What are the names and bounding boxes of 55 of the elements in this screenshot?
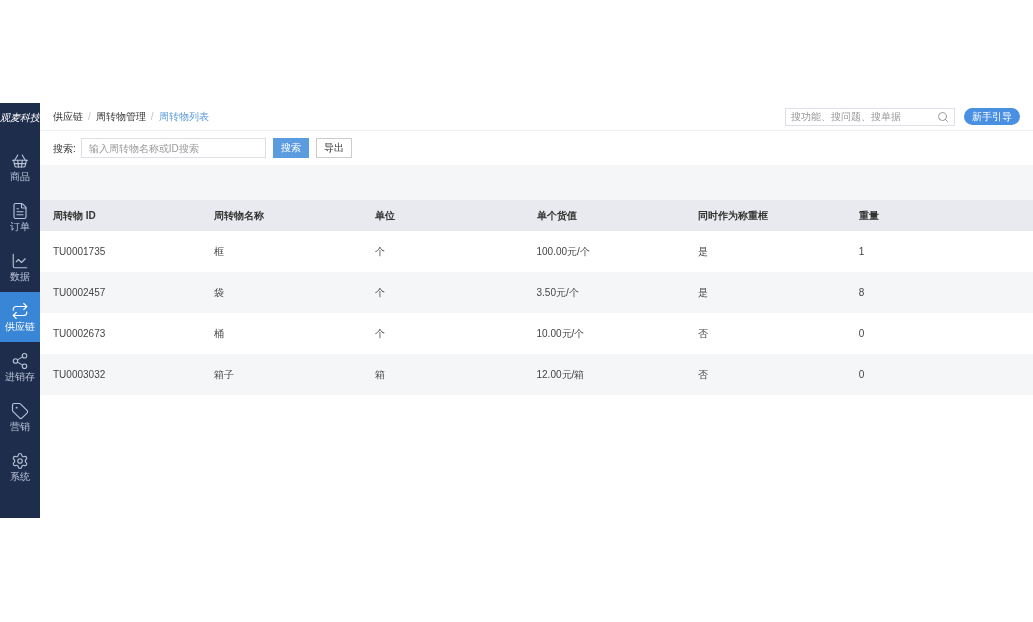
table-cell-text: 0: [858, 327, 865, 341]
search-icon: [937, 110, 949, 123]
table-cell-text: 10.00元/个: [536, 327, 585, 341]
column-header: 单个货值: [536, 209, 577, 223]
table-cell-text: 3.50元/个: [536, 286, 579, 300]
table-cell-text: 袋: [214, 286, 225, 300]
table-cell-text: 个: [375, 245, 386, 259]
line-chart-icon: [11, 252, 29, 270]
search-field[interactable]: 输入周转物名称或ID搜索: [80, 138, 266, 158]
table-cell-text: TU0002673: [53, 327, 106, 341]
breadcrumb-separator: /: [150, 110, 154, 124]
sidebar-item[interactable]: 供应链: [0, 292, 40, 342]
table-cell-text: TU0001735: [53, 245, 106, 259]
nodes-icon: [11, 352, 29, 370]
table-cell-text: 箱子: [214, 368, 235, 382]
brand-logo: 观麦科技: [0, 110, 40, 125]
column-header: 同时作为称重框: [697, 209, 768, 223]
column-header: 周转物 ID: [53, 209, 96, 223]
table-cell-text: 100.00元/个: [536, 245, 590, 259]
table-cell-text: 个: [375, 327, 386, 341]
arrows-icon: [11, 302, 29, 320]
table-cell-text: TU0003032: [53, 368, 106, 382]
tag-icon: [11, 402, 29, 420]
table-cell-text: 箱: [375, 368, 386, 382]
table-cell-text: 是: [697, 245, 708, 259]
table-cell-text: 桶: [214, 327, 225, 341]
table-cell-text: 1: [858, 245, 865, 259]
column-header: 重量: [858, 209, 879, 223]
document-icon: [11, 202, 29, 220]
table-cell-text: 0: [858, 368, 865, 382]
table-cell-text: 否: [697, 327, 708, 341]
basket-icon: [11, 152, 29, 170]
sidebar-item[interactable]: 商品: [0, 142, 40, 192]
breadcrumb-item[interactable]: 周转物管理: [95, 109, 146, 124]
column-header: 单位: [375, 209, 396, 223]
breadcrumb-item: 周转物列表: [158, 110, 209, 124]
sidebar-item[interactable]: 营销: [0, 392, 40, 442]
table-cell-text: 个: [375, 286, 386, 300]
export-button[interactable]: 导出: [315, 138, 352, 158]
table-cell-text: 8: [858, 286, 865, 300]
breadcrumb-item[interactable]: 供应链: [53, 109, 83, 124]
column-header: 周转物名称: [214, 209, 265, 223]
sidebar-item[interactable]: 进销存: [0, 342, 40, 392]
table-cell-text: 否: [697, 368, 708, 382]
global-search-field[interactable]: 搜功能、搜问题、搜单据: [785, 107, 955, 126]
settings-icon: [11, 452, 29, 470]
search-label: 搜索:: [53, 141, 76, 156]
table-cell-text: 是: [697, 286, 708, 300]
table-cell-text: 框: [214, 245, 225, 259]
breadcrumb-separator: /: [88, 110, 91, 124]
sidebar-item[interactable]: 系统: [0, 442, 40, 492]
sidebar-item[interactable]: 订单: [0, 192, 40, 242]
table-cell-text: 12.00元/箱: [536, 368, 585, 382]
table-cell-text: TU0002457: [53, 286, 106, 300]
sidebar-item[interactable]: 数据: [0, 242, 40, 292]
